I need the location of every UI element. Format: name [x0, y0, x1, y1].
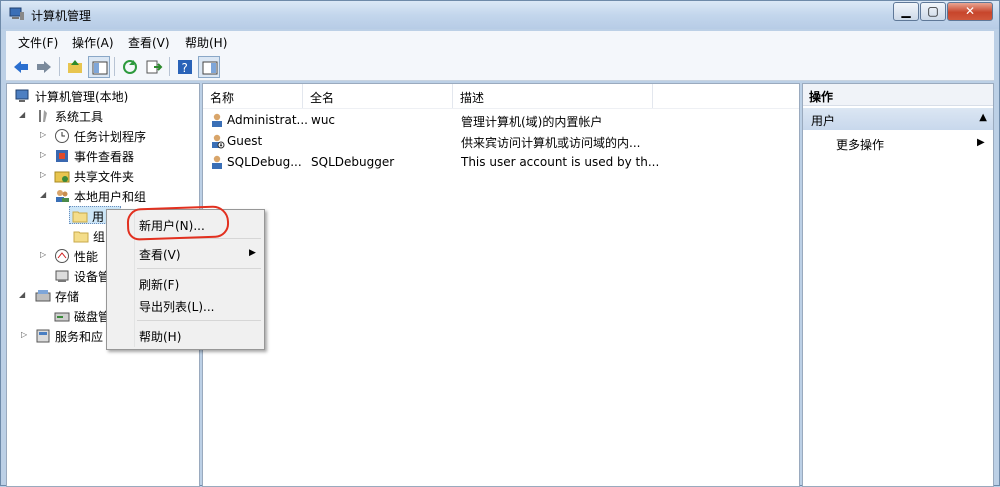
- close-button[interactable]: ✕: [947, 2, 993, 21]
- menu-help[interactable]: 帮助(H): [185, 34, 227, 51]
- expand-arrow-icon[interactable]: ▷: [21, 330, 29, 340]
- refresh-icon: [123, 60, 137, 74]
- computer-management-window: 计算机管理 ▁ ▢ ✕ 文件(F) 操作(A) 查看(V) 帮助(H) ? 计算…: [0, 0, 1000, 487]
- collapse-arrow-icon[interactable]: ◢: [19, 110, 27, 120]
- export-icon: [146, 60, 163, 74]
- performance-icon: [54, 248, 70, 264]
- minimize-button[interactable]: ▁: [893, 2, 919, 21]
- storage-icon: [35, 288, 51, 304]
- clock-icon: [54, 128, 70, 144]
- tools-icon: [35, 108, 51, 124]
- toolbar-separator: [114, 57, 115, 76]
- maximize-button[interactable]: ▢: [920, 2, 946, 21]
- help-button[interactable]: ?: [174, 56, 196, 78]
- expand-arrow-icon[interactable]: ▷: [40, 150, 48, 160]
- collapse-arrow-icon[interactable]: ◢: [19, 290, 27, 300]
- action-pane-icon: [202, 61, 218, 75]
- toolbar: ?: [6, 53, 994, 81]
- expand-arrow-icon[interactable]: ▷: [40, 250, 48, 260]
- user-icon: [209, 112, 225, 128]
- menu-separator: [137, 268, 261, 269]
- context-menu-refresh[interactable]: 刷新(F): [139, 276, 179, 293]
- collapse-arrow-icon[interactable]: ◢: [40, 190, 48, 200]
- disabled-user-icon: [209, 133, 225, 149]
- table-row[interactable]: Administrat... wuc 管理计算机(域)的内置帐户: [203, 110, 799, 130]
- back-button[interactable]: [10, 56, 32, 78]
- forward-arrow-icon: [37, 61, 51, 73]
- refresh-button[interactable]: [119, 56, 141, 78]
- table-row[interactable]: Guest 供来宾访问计算机或访问域的内...: [203, 131, 799, 151]
- actions-title: 操作: [803, 84, 993, 106]
- tree-pane-icon: [92, 61, 108, 75]
- context-menu-help[interactable]: 帮助(H): [139, 328, 181, 345]
- actions-pane: 操作 用户 ▲ 更多操作 ▶: [802, 83, 994, 487]
- context-menu-view[interactable]: 查看(V): [139, 246, 181, 263]
- menu-separator: [137, 320, 261, 321]
- computer-management-icon: [9, 7, 25, 21]
- show-hide-tree-button[interactable]: [88, 56, 110, 78]
- menu-action[interactable]: 操作(A): [72, 34, 114, 51]
- menu-view[interactable]: 查看(V): [128, 34, 170, 51]
- more-actions-item[interactable]: 更多操作: [836, 136, 884, 153]
- folder-icon: [73, 228, 89, 244]
- submenu-arrow-icon: ▶: [249, 248, 256, 258]
- device-manager-icon: [54, 268, 70, 284]
- column-header-fullname[interactable]: 全名: [303, 84, 453, 108]
- menu-bar: 文件(F) 操作(A) 查看(V) 帮助(H): [6, 31, 994, 53]
- header-divider: [203, 108, 799, 109]
- actions-group-users[interactable]: 用户 ▲: [803, 108, 993, 130]
- toolbar-separator: [59, 57, 60, 76]
- window-title: 计算机管理: [31, 9, 92, 23]
- disk-icon: [54, 308, 70, 324]
- collapse-up-icon[interactable]: ▲: [979, 112, 987, 123]
- export-list-button[interactable]: [143, 56, 165, 78]
- toolbar-separator: [169, 57, 170, 76]
- column-header-description[interactable]: 描述: [453, 84, 653, 108]
- user-list: 名称 全名 描述 Administrat... wuc 管理计算机(域)的内置帐…: [202, 83, 800, 487]
- user-icon: [209, 154, 225, 170]
- folder-icon: [72, 208, 88, 224]
- event-viewer-icon: [54, 148, 70, 164]
- annotation-circle: [126, 205, 230, 241]
- expand-arrow-icon[interactable]: ▷: [40, 170, 48, 180]
- up-level-button[interactable]: [64, 56, 86, 78]
- help-icon: ?: [178, 60, 192, 75]
- folder-up-icon: [68, 60, 82, 73]
- menu-file[interactable]: 文件(F): [18, 34, 58, 51]
- users-icon: [54, 188, 70, 204]
- title-bar[interactable]: 计算机管理 ▁ ▢ ✕: [1, 1, 999, 29]
- forward-button[interactable]: [33, 56, 55, 78]
- show-hide-action-pane-button[interactable]: [198, 56, 220, 78]
- shared-folder-icon: [54, 168, 70, 184]
- computer-icon: [15, 88, 31, 104]
- services-icon: [35, 328, 51, 344]
- context-menu-export-list[interactable]: 导出列表(L)...: [139, 298, 215, 315]
- svg-text:?: ?: [182, 61, 188, 75]
- column-header-name[interactable]: 名称: [203, 84, 303, 108]
- back-arrow-icon: [14, 61, 28, 73]
- submenu-arrow-icon: ▶: [977, 137, 985, 148]
- actions-group-label: 用户: [811, 114, 836, 128]
- expand-arrow-icon[interactable]: ▷: [40, 130, 48, 140]
- table-row[interactable]: SQLDebug... SQLDebugger This user accoun…: [203, 152, 799, 172]
